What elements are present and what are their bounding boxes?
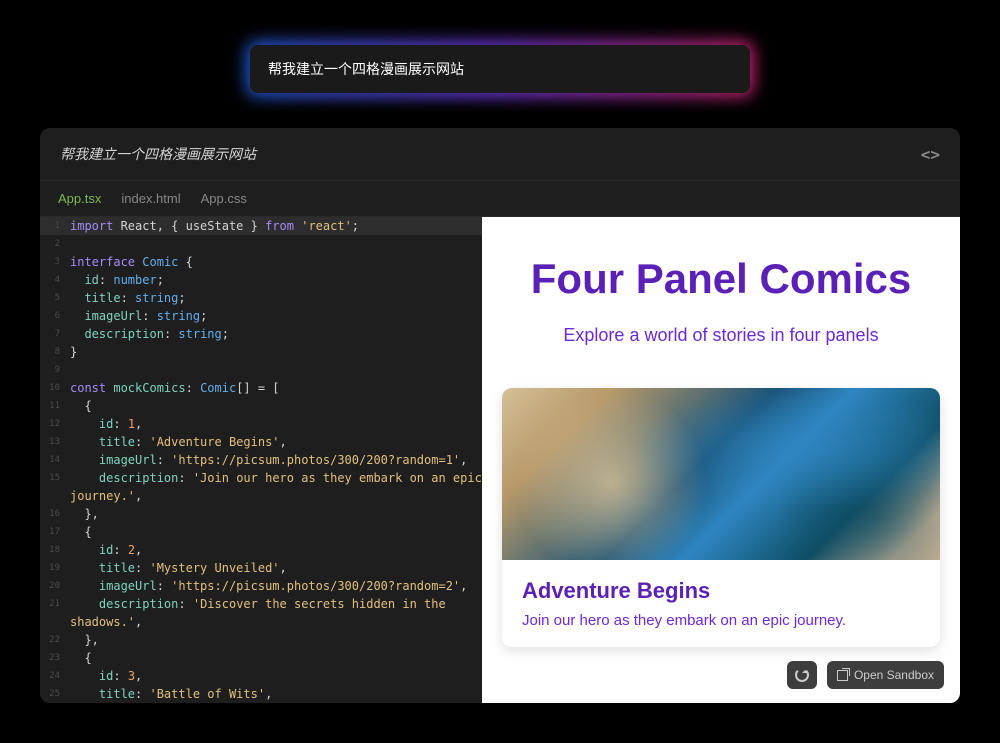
- comic-title: Adventure Begins: [522, 578, 920, 604]
- code-line[interactable]: 15 description: 'Join our hero as they e…: [40, 469, 482, 487]
- code-line[interactable]: 7 description: string;: [40, 325, 482, 343]
- code-line[interactable]: 9: [40, 361, 482, 379]
- code-line[interactable]: 20 imageUrl: 'https://picsum.photos/300/…: [40, 577, 482, 595]
- code-line[interactable]: 24 id: 3,: [40, 667, 482, 685]
- comic-card[interactable]: Adventure Begins Join our hero as they e…: [502, 388, 940, 647]
- code-line[interactable]: 17 {: [40, 523, 482, 541]
- tab-app-tsx[interactable]: App.tsx: [58, 191, 101, 206]
- code-line[interactable]: 3interface Comic {: [40, 253, 482, 271]
- code-toggle-icon[interactable]: <>: [921, 145, 940, 164]
- file-tabs: App.tsx index.html App.css: [40, 181, 960, 217]
- panel-header: 帮我建立一个四格漫画展示网站 <>: [40, 128, 960, 181]
- code-line[interactable]: 19 title: 'Mystery Unveiled',: [40, 559, 482, 577]
- code-line[interactable]: 11 {: [40, 397, 482, 415]
- preview-subtitle: Explore a world of stories in four panel…: [502, 325, 940, 346]
- reload-button[interactable]: [787, 661, 817, 689]
- code-line[interactable]: 1import React, { useState } from 'react'…: [40, 217, 482, 235]
- code-line[interactable]: 2: [40, 235, 482, 253]
- preview-pane[interactable]: Four Panel Comics Explore a world of sto…: [482, 217, 960, 703]
- prompt-input[interactable]: 帮我建立一个四格漫画展示网站: [250, 45, 750, 93]
- code-editor[interactable]: 1import React, { useState } from 'react'…: [40, 217, 482, 703]
- code-line[interactable]: 25 title: 'Battle of Wits',: [40, 685, 482, 703]
- code-line[interactable]: 5 title: string;: [40, 289, 482, 307]
- comic-description: Join our hero as they embark on an epic …: [522, 612, 920, 629]
- code-line[interactable]: 12 id: 1,: [40, 415, 482, 433]
- open-sandbox-label: Open Sandbox: [854, 668, 934, 682]
- split-view: 1import React, { useState } from 'react'…: [40, 217, 960, 703]
- code-line[interactable]: 18 id: 2,: [40, 541, 482, 559]
- external-icon: [837, 670, 848, 681]
- prompt-text: 帮我建立一个四格漫画展示网站: [268, 59, 732, 79]
- tab-index-html[interactable]: index.html: [121, 191, 180, 206]
- result-panel: 帮我建立一个四格漫画展示网站 <> App.tsx index.html App…: [40, 128, 960, 703]
- code-line[interactable]: 16 },: [40, 505, 482, 523]
- preview-float-buttons: Open Sandbox: [787, 661, 944, 689]
- code-line[interactable]: shadows.',: [40, 613, 482, 631]
- reload-icon: [795, 668, 809, 682]
- code-line[interactable]: 14 imageUrl: 'https://picsum.photos/300/…: [40, 451, 482, 469]
- tab-app-css[interactable]: App.css: [201, 191, 247, 206]
- panel-title: 帮我建立一个四格漫画展示网站: [60, 144, 256, 164]
- code-line[interactable]: journey.',: [40, 487, 482, 505]
- code-line[interactable]: 21 description: 'Discover the secrets hi…: [40, 595, 482, 613]
- code-line[interactable]: 23 {: [40, 649, 482, 667]
- code-line[interactable]: 8}: [40, 343, 482, 361]
- code-line[interactable]: 10const mockComics: Comic[] = [: [40, 379, 482, 397]
- code-line[interactable]: 6 imageUrl: string;: [40, 307, 482, 325]
- preview-header: Four Panel Comics Explore a world of sto…: [482, 217, 960, 366]
- open-sandbox-button[interactable]: Open Sandbox: [827, 661, 944, 689]
- code-line[interactable]: 4 id: number;: [40, 271, 482, 289]
- preview-title: Four Panel Comics: [502, 252, 940, 307]
- code-line[interactable]: 22 },: [40, 631, 482, 649]
- comic-card-body: Adventure Begins Join our hero as they e…: [502, 560, 940, 647]
- code-line[interactable]: 13 title: 'Adventure Begins',: [40, 433, 482, 451]
- comic-image: [502, 388, 940, 560]
